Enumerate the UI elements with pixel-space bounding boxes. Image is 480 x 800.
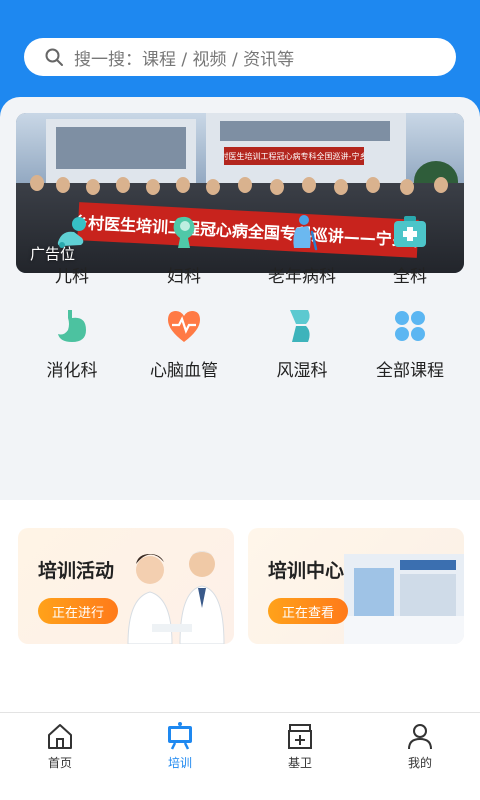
bottom-tab-bar: 首页 培训 基卫 我的: [0, 712, 480, 800]
banner-window: [56, 127, 186, 169]
tab-mine[interactable]: 我的: [360, 721, 480, 771]
category-general[interactable]: 全科: [350, 212, 470, 302]
knee-joint-icon: [290, 310, 310, 342]
category-gynecology[interactable]: 妇科: [124, 212, 244, 302]
category-gastroenterology[interactable]: 消化科: [12, 306, 132, 396]
tab-training[interactable]: 培训: [120, 721, 240, 771]
category-pediatrics[interactable]: 儿科: [12, 212, 132, 302]
category-all-courses[interactable]: 全部课程: [350, 306, 470, 396]
person-head: [116, 177, 130, 193]
tab-home[interactable]: 首页: [0, 721, 120, 771]
person-head: [86, 179, 100, 195]
person-head: [302, 177, 316, 193]
user-icon: [408, 724, 432, 750]
tab-label: 首页: [47, 756, 72, 770]
training-activity-card[interactable]: 培训活动 正在进行: [18, 528, 234, 644]
woman-icon: [173, 216, 195, 248]
clinic-room-illustration: [344, 554, 464, 644]
person-head: [206, 179, 220, 195]
category-rheumatology[interactable]: 风湿科: [242, 306, 362, 396]
medkit-icon: [394, 216, 426, 247]
tab-basic-health[interactable]: 基卫: [240, 721, 360, 771]
tab-label: 我的: [407, 756, 432, 770]
banner-window: [220, 121, 390, 141]
training-center-card[interactable]: 培训中心 正在查看: [248, 528, 464, 644]
category-label: 老年病科: [268, 267, 336, 287]
person-head: [334, 179, 348, 195]
doctors-illustration: [127, 551, 225, 644]
heart-pulse-icon: [168, 311, 200, 342]
category-cardio-cerebro[interactable]: 心脑血管: [124, 306, 244, 396]
person-head: [400, 179, 414, 195]
category-label: 妇科: [167, 267, 201, 287]
category-label: 心脑血管: [150, 361, 218, 381]
grid-icon: [395, 311, 425, 341]
card-title: 培训中心: [268, 560, 345, 582]
home-icon: [48, 724, 72, 749]
person-head: [366, 177, 380, 193]
category-label: 全部课程: [376, 361, 444, 381]
category-label: 儿科: [55, 267, 89, 287]
person-head: [238, 177, 252, 193]
card-title: 培训活动: [38, 560, 115, 582]
status-button[interactable]: 正在查看: [268, 598, 349, 624]
category-label: 风湿科: [276, 361, 328, 381]
stomach-icon: [58, 310, 86, 342]
search-icon: [45, 48, 63, 66]
status-button[interactable]: 正在进行: [38, 598, 119, 624]
elder-icon: [293, 215, 318, 251]
clinic-icon: [288, 724, 312, 749]
person-head: [30, 175, 44, 191]
category-label: 消化科: [46, 361, 98, 381]
person-head: [56, 177, 70, 193]
category-geriatrics[interactable]: 老年病科: [242, 212, 362, 302]
banner-sign: 乡村医生培训工程冠心病专科全国巡讲-宁乡站: [224, 147, 364, 165]
search-placeholder: 搜一搜：课程 / 视频 / 资讯等: [74, 49, 295, 70]
person-head: [176, 177, 190, 193]
person-head: [270, 179, 284, 195]
category-label: 全科: [393, 267, 427, 287]
person-head: [146, 179, 160, 195]
training-board-icon: [168, 722, 192, 750]
person-head: [434, 177, 448, 193]
search-input[interactable]: 搜一搜：课程 / 视频 / 资讯等: [24, 38, 456, 76]
tab-label: 基卫: [287, 756, 312, 770]
tab-label: 培训: [167, 756, 192, 770]
baby-icon: [57, 217, 86, 248]
